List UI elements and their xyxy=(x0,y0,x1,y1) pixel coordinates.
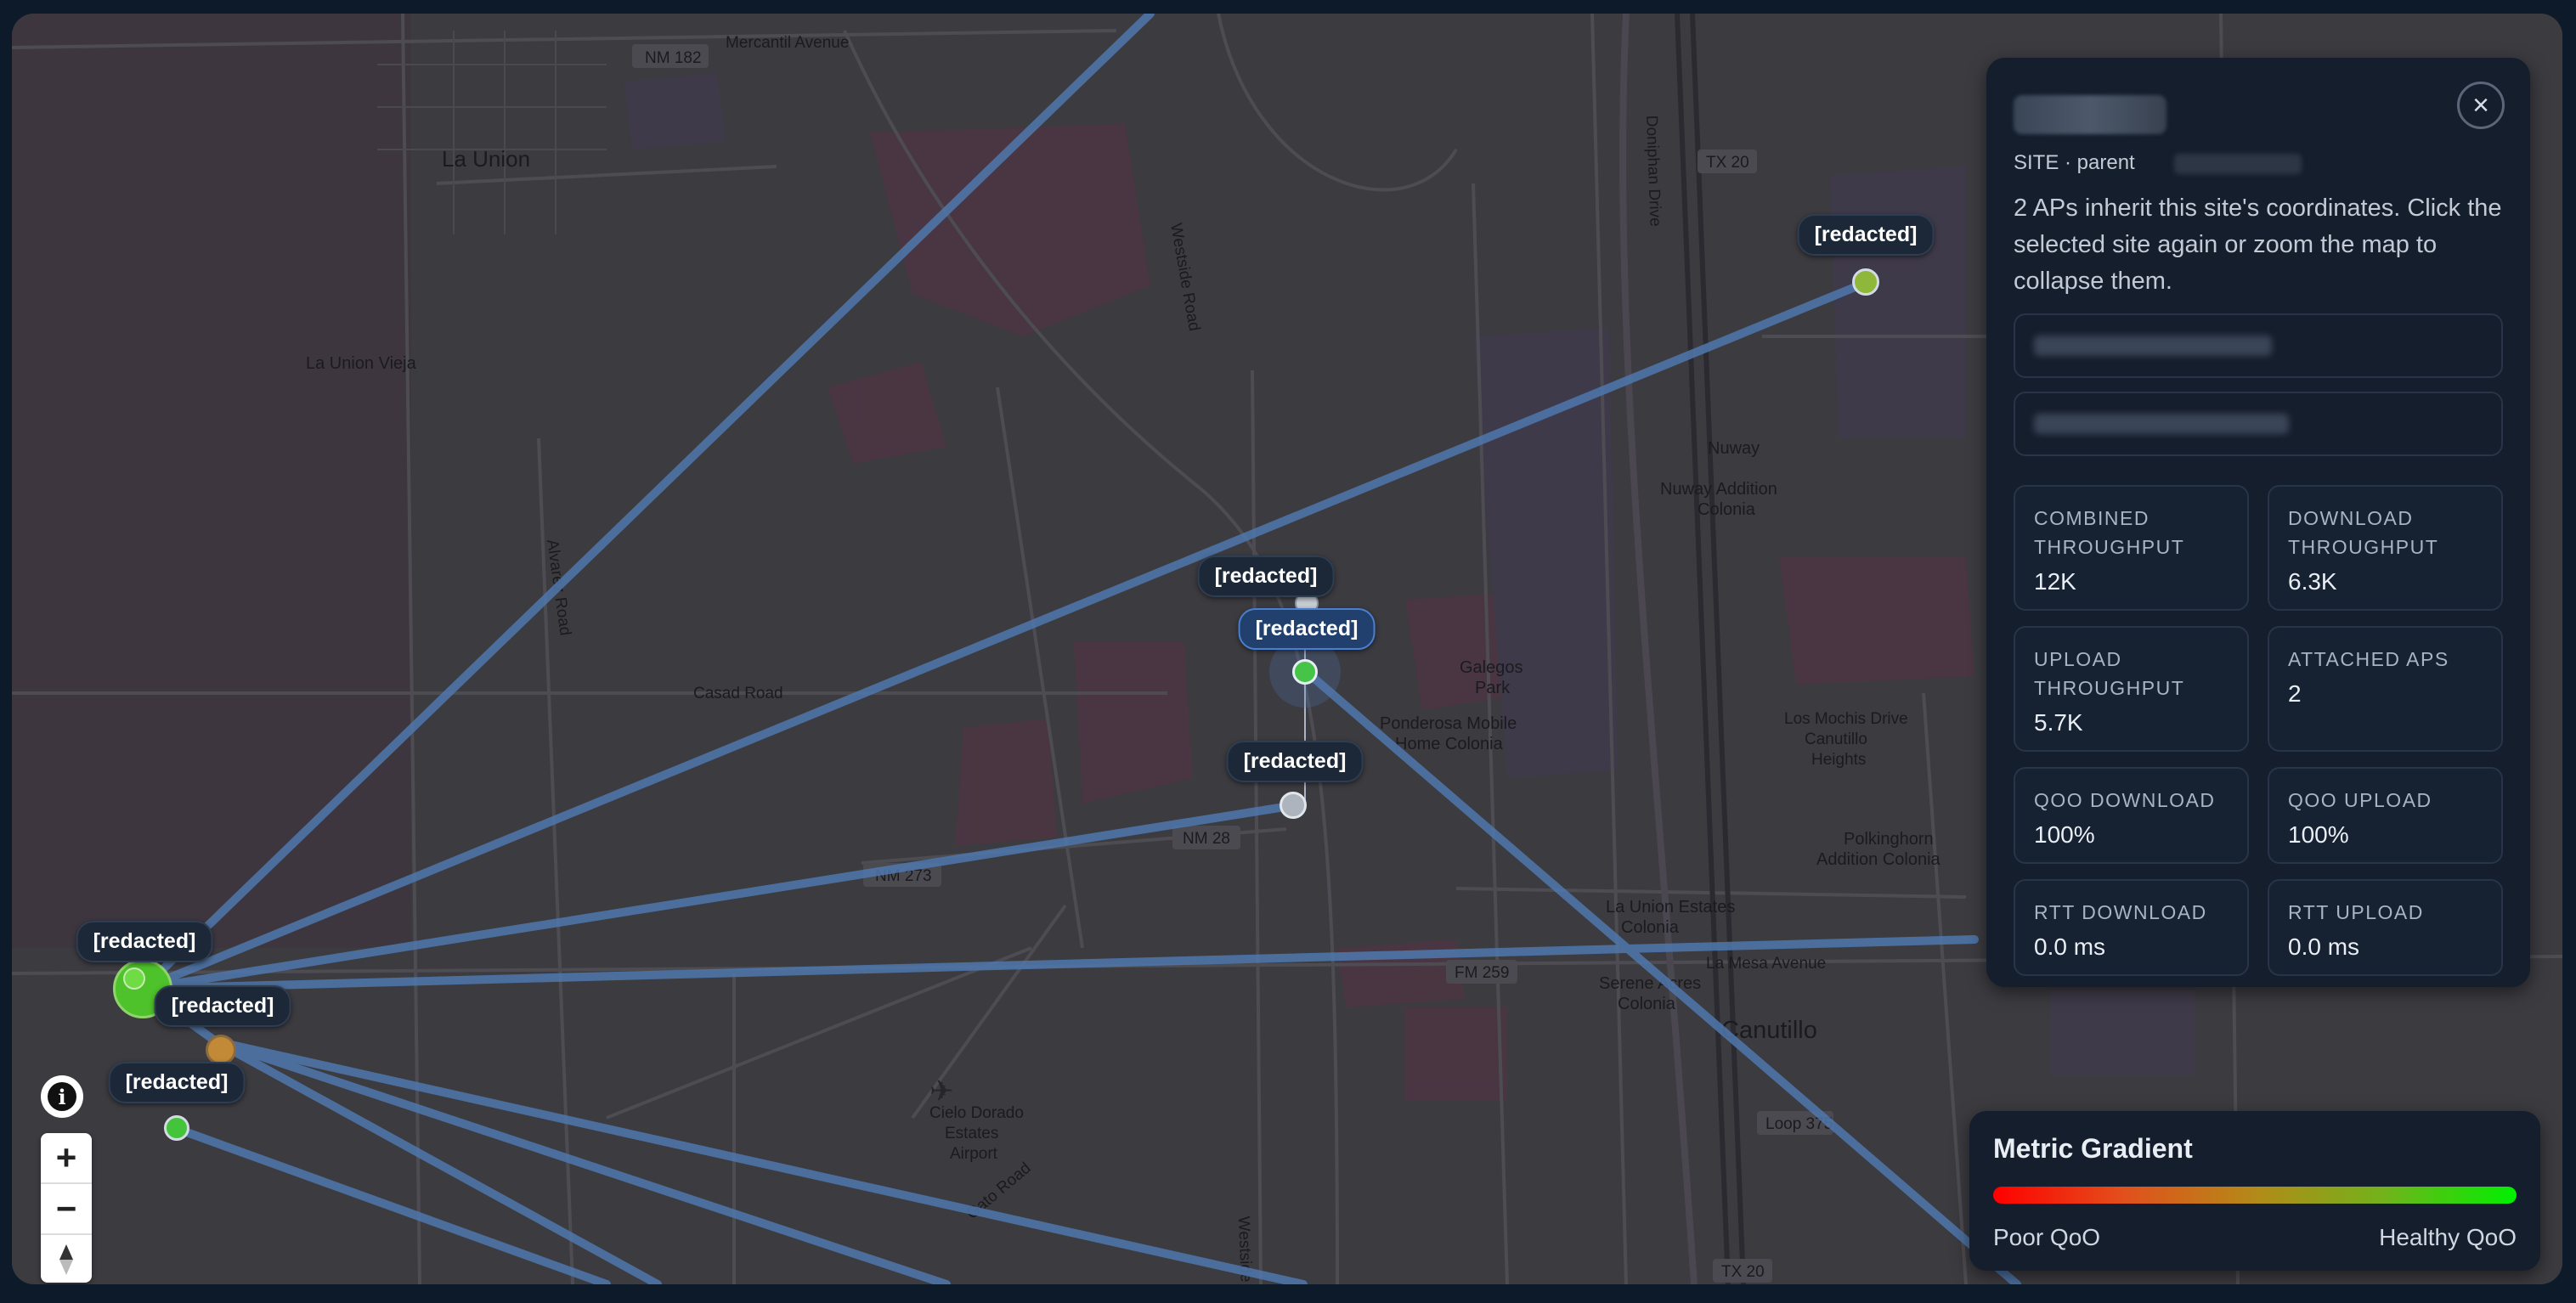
redacted-field-1 xyxy=(2014,313,2503,378)
metric-attached-aps: ATTACHED APS 2 xyxy=(2268,626,2503,752)
metric-label: DOWNLOAD THROUGHPUT xyxy=(2288,507,2439,558)
site-node-southwest[interactable] xyxy=(164,1115,189,1141)
info-icon: i xyxy=(48,1082,76,1111)
map-label-la-union-estates: La Union Estates xyxy=(1606,898,1735,917)
map-label-polkinghorn-colonia: Addition Colonia xyxy=(1816,850,1941,869)
node-label-orange[interactable]: [redacted] xyxy=(154,985,291,1027)
node-label-selected-site[interactable]: [redacted] xyxy=(1238,608,1376,650)
map-label-home-colonia: Home Colonia xyxy=(1395,735,1504,753)
map-label-ponderosa: Ponderosa Mobile xyxy=(1380,714,1517,733)
metric-label: QOO UPLOAD xyxy=(2288,789,2432,811)
ap-node-lower[interactable] xyxy=(1280,792,1307,819)
map-label-nuway-addition: Nuway Addition xyxy=(1660,480,1777,499)
legend-high-label: Healthy QoO xyxy=(2379,1224,2517,1250)
map-label-nuway-colonia: Colonia xyxy=(1698,500,1756,519)
metrics-grid: COMBINED THROUGHPUT 12K DOWNLOAD THROUGH… xyxy=(2014,485,2503,976)
metric-value: 5.7K xyxy=(2034,709,2083,736)
metric-qoo-upload: QOO UPLOAD 100% xyxy=(2268,767,2503,864)
metric-value: 0.0 ms xyxy=(2034,934,2106,960)
metric-gradient-legend: Metric Gradient Poor QoO Healthy QoO xyxy=(1969,1111,2540,1271)
map-label-canutillo-heights-2: Heights xyxy=(1811,751,1866,769)
map-label-tx20-north: TX 20 xyxy=(1706,154,1749,172)
metric-rtt-upload: RTT UPLOAD 0.0 ms xyxy=(2268,879,2503,976)
panel-description: 2 APs inherit this site's coordinates. C… xyxy=(2014,195,2502,295)
panel-title-redacted xyxy=(2014,95,2166,134)
map-label-serene-acres: Serene Acres xyxy=(1599,974,1701,993)
site-node-orange[interactable] xyxy=(206,1035,236,1065)
map-label-park: Park xyxy=(1475,679,1511,697)
map-label-casad: Casad Road xyxy=(693,685,783,702)
metric-qoo-download: QOO DOWNLOAD 100% xyxy=(2014,767,2249,864)
map-label-tx20-south: TX 20 xyxy=(1721,1263,1765,1281)
map-label-galegos: Galegos xyxy=(1460,658,1523,677)
metric-combined-throughput: COMBINED THROUGHPUT 12K xyxy=(2014,485,2249,611)
map-label-nm182: NM 182 xyxy=(645,49,702,67)
legend-gradient-bar xyxy=(1993,1187,2517,1204)
metric-value: 6.3K xyxy=(2288,568,2337,595)
map-label-la-mesa: La Mesa Avenue xyxy=(1706,955,1826,973)
map-label-los-mochis: Los Mochis Drive xyxy=(1784,710,1908,728)
node-label-cluster[interactable]: [redacted] xyxy=(76,921,213,962)
metric-label: COMBINED THROUGHPUT xyxy=(2034,507,2185,558)
metric-upload-throughput: UPLOAD THROUGHPUT 5.7K xyxy=(2014,626,2249,752)
metric-label: QOO DOWNLOAD xyxy=(2034,789,2216,811)
metric-download-throughput: DOWNLOAD THROUGHPUT 6.3K xyxy=(2268,485,2503,611)
legend-low-label: Poor QoO xyxy=(1993,1224,2101,1250)
map-label-lue-colonia: Colonia xyxy=(1621,918,1680,937)
map-viewport[interactable]: Mercantil Avenue NM 182 La Union La Unio… xyxy=(12,14,2562,1284)
node-label-southwest[interactable]: [redacted] xyxy=(108,1062,246,1103)
node-label-ap-upper[interactable]: [redacted] xyxy=(1197,556,1335,597)
metric-label: RTT UPLOAD xyxy=(2288,901,2424,923)
zoom-control: + − xyxy=(41,1133,92,1283)
metric-rtt-download: RTT DOWNLOAD 0.0 ms xyxy=(2014,879,2249,976)
info-button[interactable]: i xyxy=(41,1075,83,1118)
site-detail-panel: × SITE · parent 2 APs inherit this site'… xyxy=(1986,58,2530,987)
node-label-northeast[interactable]: [redacted] xyxy=(1797,214,1935,256)
legend-title: Metric Gradient xyxy=(1993,1133,2193,1164)
panel-type-label: SITE · parent xyxy=(2014,151,2135,174)
close-button[interactable]: × xyxy=(2457,82,2505,129)
map-label-cielo-estates: Estates xyxy=(945,1125,998,1142)
map-label-airport: Airport xyxy=(950,1145,998,1163)
map-label-la-union-vieja: La Union Vieja xyxy=(306,354,417,373)
map-label-canutillo-heights-1: Canutillo xyxy=(1805,730,1867,748)
zoom-in-button[interactable]: + xyxy=(41,1133,92,1184)
close-icon: × xyxy=(2472,88,2489,121)
panel-meta: SITE · parent xyxy=(2014,151,2503,175)
reset-north-button[interactable] xyxy=(41,1235,92,1284)
airport-icon: ✈ xyxy=(929,1075,954,1108)
site-node-northeast[interactable] xyxy=(1852,268,1879,296)
metric-value: 2 xyxy=(2288,680,2302,707)
map-label-nuway: Nuway xyxy=(1708,439,1760,458)
metric-value: 0.0 ms xyxy=(2288,934,2360,960)
map-label-la-union: La Union xyxy=(442,146,530,172)
metric-value: 100% xyxy=(2288,821,2349,848)
node-label-ap-lower[interactable]: [redacted] xyxy=(1226,741,1364,782)
site-node-selected[interactable] xyxy=(1292,659,1318,685)
site-cluster-inner-dot xyxy=(123,967,145,990)
map-label-serene-colonia: Colonia xyxy=(1618,995,1676,1013)
zoom-out-button[interactable]: − xyxy=(41,1184,92,1235)
metric-label: RTT DOWNLOAD xyxy=(2034,901,2207,923)
redacted-field-2 xyxy=(2014,392,2503,456)
north-arrow-icon xyxy=(59,1244,73,1275)
panel-meta-redacted xyxy=(2174,153,2302,174)
metric-value: 100% xyxy=(2034,821,2095,848)
metric-value: 12K xyxy=(2034,568,2076,595)
map-label-mercantil: Mercantil Avenue xyxy=(726,34,849,52)
metric-label: UPLOAD THROUGHPUT xyxy=(2034,648,2185,699)
map-label-polkinghorn: Polkinghorn xyxy=(1844,830,1934,849)
map-label-nm28: NM 28 xyxy=(1183,830,1230,848)
metric-label: ATTACHED APS xyxy=(2288,648,2449,670)
map-label-fm259: FM 259 xyxy=(1455,964,1509,982)
